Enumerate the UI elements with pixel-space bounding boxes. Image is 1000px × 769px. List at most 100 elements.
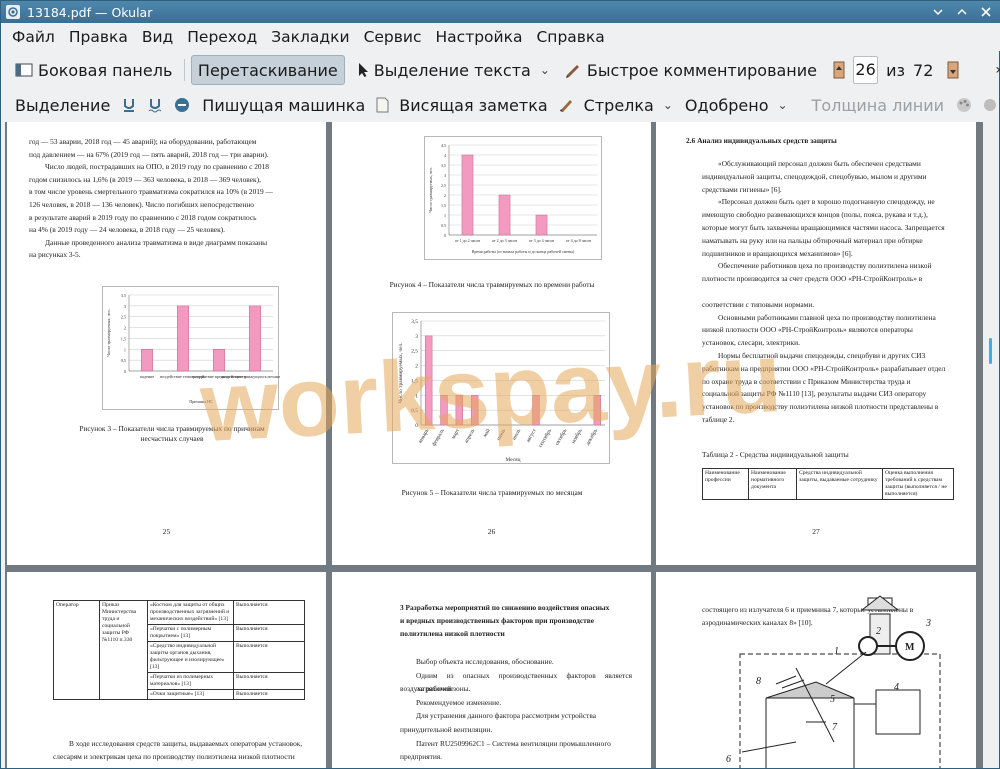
diagram-label-5: 5: [830, 694, 835, 705]
y-tick-label: 1,5: [411, 378, 418, 384]
bar: [212, 349, 226, 372]
table-cell: «Перчатки с полимерным покрытием» [13]: [147, 624, 234, 642]
text-line: В ходе исследования средств защиты, выда…: [69, 739, 303, 748]
chevron-down-icon[interactable]: ⌄: [663, 98, 673, 112]
chart-figure-3: 0 0,5 1 1,5 2 2,5 3 3,5 падение воздействие темпе…: [102, 286, 289, 410]
x-tick-label: февраль: [430, 427, 446, 447]
text-line: работникам на предприятии ООО «РН-СтройК…: [702, 363, 946, 373]
diagram-label-1: 1: [834, 646, 839, 657]
maximize-icon[interactable]: [953, 3, 971, 21]
sidebar-button[interactable]: Боковая панель: [9, 55, 178, 85]
okular-app-icon: [5, 4, 21, 20]
text-line: Основными работниками главной цеха по пр…: [718, 312, 936, 322]
y-tick-label: 2: [124, 326, 126, 331]
stamp-tool[interactable]: Одобрено ⌄: [679, 90, 794, 120]
bar: [535, 214, 548, 236]
bar: [593, 395, 602, 426]
page-number-input[interactable]: 26: [853, 56, 879, 84]
toolbar-separator: [184, 59, 185, 81]
popup-note-label: Висящая заметка: [399, 95, 548, 115]
table-head-cell: Наименование профессии: [702, 468, 749, 500]
highlight-tool[interactable]: Выделение: [9, 90, 116, 120]
y-tick-label: 2,5: [441, 183, 446, 189]
x-tick-label: воздействие движущихся механизмов: [221, 374, 280, 379]
menu-bar: Файл Правка Вид Переход Закладки Сервис …: [1, 23, 1000, 51]
y-tick-label: 1: [124, 347, 126, 352]
underline-icon[interactable]: [122, 97, 136, 113]
text-line: «Обслуживающий персонал должен быть обес…: [718, 159, 921, 168]
bar: [440, 395, 448, 426]
y-tick-label: 1,5: [121, 336, 126, 342]
diagram-label-7: 7: [832, 722, 838, 733]
menu-tools[interactable]: Сервис: [357, 23, 429, 51]
text-line: на 4% (в 2019 году — 24 человека, в 2018…: [29, 225, 225, 235]
chevron-down-icon[interactable]: ⌄: [540, 63, 550, 77]
text-line: «Персонал должен быть одет в хорошо подо…: [718, 197, 935, 207]
squiggle-icon[interactable]: [148, 97, 162, 113]
text-line: которые могут быть захвачены вращающимис…: [702, 223, 945, 232]
x-tick-label: от 1 до 2 часов: [455, 238, 480, 243]
table-cell: Оператор: [53, 600, 100, 700]
typewriter-tool[interactable]: Пишущая машинка: [196, 90, 371, 120]
text-line: Число людей, пострадавших на ОПО, в 2019…: [45, 162, 269, 172]
line-width-tool[interactable]: Толщина линии: [806, 90, 951, 120]
previous-page-icon[interactable]: [833, 61, 845, 79]
color-palette-icon[interactable]: [956, 97, 972, 113]
arrow-tool[interactable]: Стрелка ⌄: [578, 90, 679, 120]
y-axis-title: Число травмируемых, чел.: [398, 343, 404, 404]
text-line: в результате аварий в 2019 году по сравн…: [29, 212, 257, 222]
minimize-icon[interactable]: [929, 3, 947, 21]
y-tick-label: 0: [444, 233, 446, 238]
stamp-label: Одобрено: [684, 95, 769, 115]
note-icon[interactable]: [375, 97, 389, 113]
title-bar[interactable]: 13184.pdf — Okular: [1, 1, 1000, 23]
bar: [470, 395, 479, 426]
table-cell: Выполняется: [233, 689, 305, 700]
document-view[interactable]: год — 53 аварии, 2018 год — 45 аварий); …: [5, 122, 983, 768]
menu-edit[interactable]: Правка: [62, 23, 135, 51]
menu-help[interactable]: Справка: [529, 23, 611, 51]
text-line: плотности производится за счет средств О…: [702, 274, 923, 284]
text-line: имеющую свободно развевающихся концов (п…: [702, 210, 928, 220]
menu-bookmarks[interactable]: Закладки: [264, 23, 356, 51]
scrollbar-thumb[interactable]: [989, 338, 992, 364]
brush-icon[interactable]: [558, 97, 574, 113]
text-line: Выбор объекта исследования, обоснование.: [416, 657, 554, 666]
text-line: по охране труда в соответствии с Приказо…: [702, 376, 911, 386]
diagram-label-6: 6: [726, 754, 731, 765]
bar: [532, 395, 540, 426]
vertical-scrollbar[interactable]: [983, 122, 999, 768]
drag-mode-button[interactable]: Перетаскивание: [190, 55, 345, 85]
table-head-cell: Оценка выполнения требований к средствам…: [882, 468, 954, 500]
text-line: 126 человек, в 2018 — 136 человек). Числ…: [29, 200, 255, 209]
quick-comment-label: Быстрое комментирование: [586, 60, 818, 80]
annotation-toolbar: Выделение Пишущая машинка Висящая заметк…: [1, 89, 1000, 121]
x-tick-label: декабрь: [584, 427, 599, 447]
bar: [176, 305, 190, 372]
strikeout-icon[interactable]: [174, 97, 190, 113]
menu-file[interactable]: Файл: [5, 23, 62, 51]
text-line: Патент RU2509962C1 – Система вентиляции …: [416, 738, 611, 748]
x-tick-label: апрель: [463, 428, 476, 445]
quick-comment-button[interactable]: Быстрое комментирование: [558, 55, 823, 85]
chart-4-svg: 0 0,5 1 1,5 2 2,5 3 3,5 4 4,5 от 1 до 2 часов от 2 …: [428, 143, 597, 254]
table-cell: «Очки защитные» [13]: [147, 689, 234, 700]
page-of-label: из: [886, 60, 906, 80]
page-27: 2.6 Анализ индивидуальных средств защиты…: [656, 122, 976, 565]
y-tick-label: 0: [124, 369, 126, 374]
page-number-27: 27: [812, 527, 820, 536]
main-toolbar: Боковая панель Перетаскивание Выделение …: [1, 53, 1000, 87]
y-axis-title: Число травмируемых, чел.: [106, 309, 112, 356]
fill-color-icon[interactable]: [982, 97, 998, 113]
next-page-icon[interactable]: [947, 61, 959, 79]
text-select-button[interactable]: Выделение текста ⌄: [351, 55, 556, 85]
chevron-down-icon[interactable]: ⌄: [777, 98, 787, 112]
popup-note-tool[interactable]: Висящая заметка: [393, 90, 553, 120]
close-icon[interactable]: [977, 3, 995, 21]
toolbar-overflow-icon[interactable]: ›: [995, 62, 1000, 78]
menu-go[interactable]: Переход: [180, 23, 264, 51]
menu-view[interactable]: Вид: [135, 23, 180, 51]
table-head-cell: Наименование нормативного документа: [748, 468, 797, 500]
menu-settings[interactable]: Настройка: [429, 23, 530, 51]
text-line: индивидуальной защиты, спецодеждой, спец…: [702, 171, 927, 181]
